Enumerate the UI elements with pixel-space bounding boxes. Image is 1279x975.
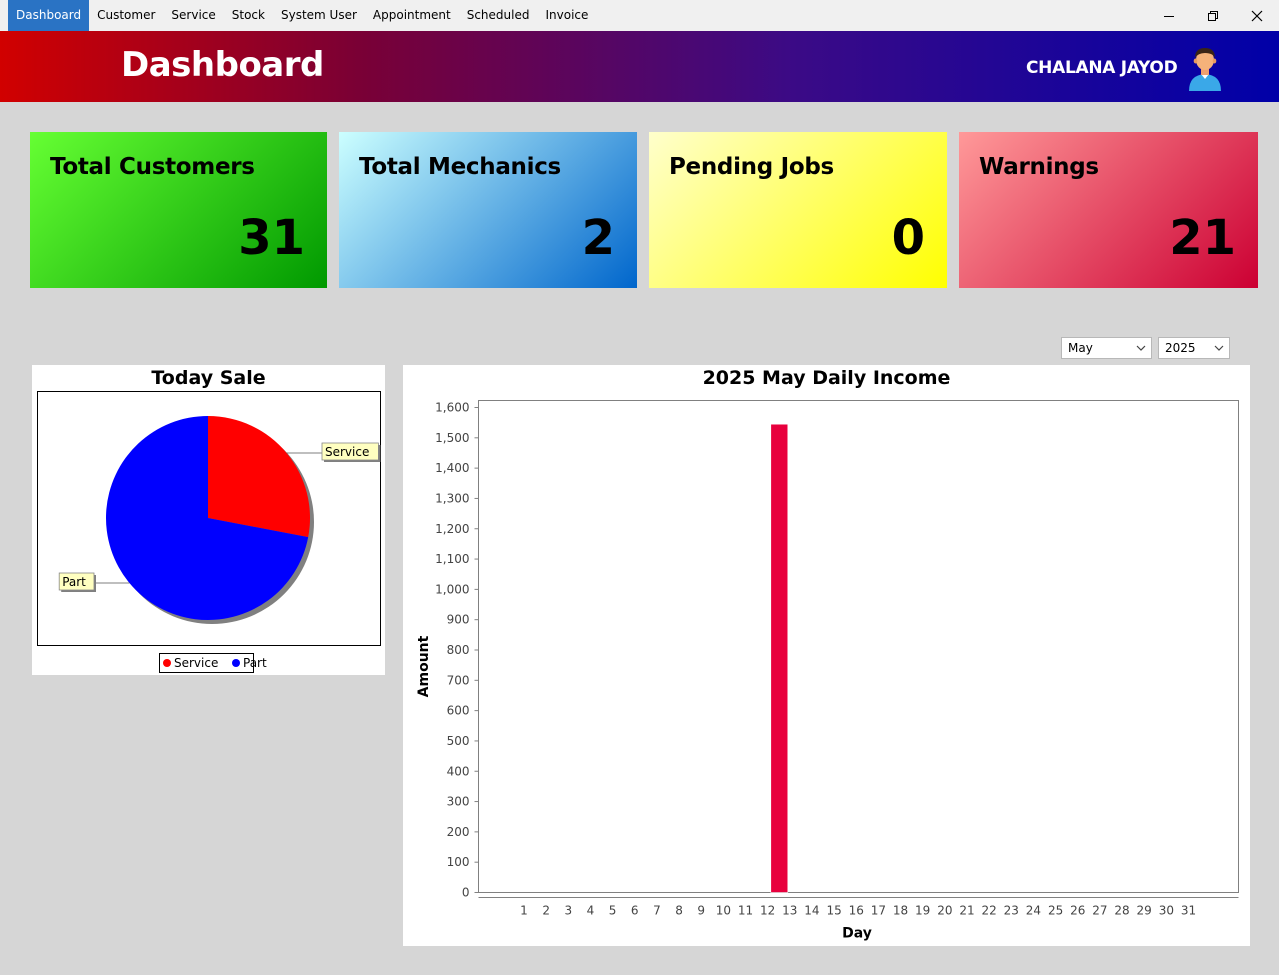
y-tick-label: 1,300 [435,491,469,505]
y-tick-label: 1,200 [435,522,469,536]
menu-bar: Dashboard Customer Service Stock System User… [0,0,1279,31]
card-value: 2 [581,210,615,266]
chevron-down-icon [1136,338,1146,358]
x-tick-label: 21 [959,904,974,918]
legend-label-part: Part [243,656,267,670]
y-tick-label: 500 [447,734,470,748]
x-tick-label: 14 [804,904,819,918]
pie-label: Part [62,575,86,589]
x-tick-label: 24 [1026,904,1041,918]
x-tick-label: 17 [871,904,886,918]
menu-item-scheduled[interactable]: Scheduled [459,0,538,31]
y-tick-label: 0 [462,886,470,900]
chevron-down-icon [1214,338,1224,358]
menu-item-stock[interactable]: Stock [224,0,273,31]
card-warnings: Warnings 21 [959,132,1258,288]
menu-item-system-user[interactable]: System User [273,0,365,31]
x-tick-label: 11 [738,904,753,918]
y-tick-label: 700 [447,673,470,687]
x-tick-label: 27 [1092,904,1107,918]
minimize-icon[interactable] [1147,0,1191,31]
card-value: 0 [891,210,925,266]
y-tick-label: 1,000 [435,582,469,596]
y-tick-label: 1,100 [435,552,469,566]
x-tick-label: 13 [782,904,797,918]
x-tick-label: 9 [697,904,705,918]
x-tick-label: 23 [1004,904,1019,918]
x-tick-label: 30 [1159,904,1174,918]
bar-chart: 0 100 200 300 400 500 600 700 800 900 1,000 1,100 1,… [416,400,1239,942]
window-controls [1147,0,1279,31]
card-value: 31 [238,210,305,266]
year-select-value: 2025 [1165,341,1196,355]
x-tick-label: 6 [631,904,639,918]
user-avatar-icon[interactable] [1186,45,1224,91]
y-tick-label: 300 [447,795,470,809]
x-tick-label: 19 [915,904,930,918]
menu-item-dashboard[interactable]: Dashboard [8,0,90,31]
y-tick-label: 400 [447,764,470,778]
y-tick-label: 1,500 [435,431,469,445]
x-tick-label: 8 [675,904,683,918]
x-tick-label: 28 [1114,904,1129,918]
card-pending-jobs: Pending Jobs 0 [649,132,947,288]
month-select[interactable]: May [1061,337,1152,359]
card-label: Warnings [979,154,1099,180]
x-tick-label: 25 [1048,904,1063,918]
menu-item-customer[interactable]: Customer [89,0,163,31]
x-tick-label: 1 [520,904,528,918]
x-tick-label: 4 [587,904,595,918]
bar-day-13 [770,423,789,893]
x-tick-label: 26 [1070,904,1085,918]
pie-label: Service [325,445,369,459]
x-tick-label: 29 [1137,904,1152,918]
y-tick-label: 900 [447,613,470,627]
menu-item-service[interactable]: Service [163,0,223,31]
legend-dot-service [163,659,171,667]
card-label: Pending Jobs [669,154,834,180]
card-total-customers: Total Customers 31 [30,132,327,288]
x-tick-label: 31 [1181,904,1196,918]
x-tick-label: 15 [826,904,841,918]
x-tick-label: 3 [564,904,572,918]
y-tick-label: 800 [447,643,470,657]
card-label: Total Mechanics [359,154,561,180]
menu-item-invoice[interactable]: Invoice [537,0,596,31]
x-tick-label: 12 [760,904,775,918]
card-total-mechanics: Total Mechanics 2 [339,132,637,288]
close-icon[interactable] [1235,0,1279,31]
y-tick-label: 1,400 [435,461,469,475]
x-tick-label: 5 [609,904,617,918]
y-axis-label: Amount [416,635,432,697]
legend-label-service: Service [174,656,218,670]
card-label: Total Customers [50,154,255,180]
card-value: 21 [1169,210,1236,266]
x-tick-label: 20 [937,904,952,918]
page-title: Dashboard [121,45,324,85]
x-axis-label: Day [842,926,872,942]
x-tick-label: 2 [542,904,550,918]
month-select-value: May [1068,341,1093,355]
x-tick-label: 10 [716,904,731,918]
restore-icon[interactable] [1191,0,1235,31]
header-banner: Dashboard CHALANA JAYOD [0,31,1279,102]
x-tick-label: 22 [982,904,997,918]
bar-plot-area [478,400,1239,893]
x-tick-label: 7 [653,904,661,918]
y-tick-label: 100 [447,855,470,869]
menu-items: Dashboard Customer Service Stock System User… [8,0,596,31]
year-select[interactable]: 2025 [1158,337,1230,359]
y-tick-label: 200 [447,825,470,839]
x-tick-label: 16 [849,904,864,918]
y-tick-label: 1,600 [435,401,469,415]
user-name: CHALANA JAYOD [1026,58,1178,78]
menu-item-appointment[interactable]: Appointment [365,0,459,31]
daily-income-panel: 2025 May Daily Income 0 100 200 300 400 500 60… [403,365,1250,946]
legend-dot-part [232,659,240,667]
pie-chart: Service Part Service Part [37,391,381,673]
x-tick-label: 18 [893,904,908,918]
today-sale-panel: Today Sale Service Part Service Part [32,365,385,675]
y-tick-label: 600 [447,704,470,718]
